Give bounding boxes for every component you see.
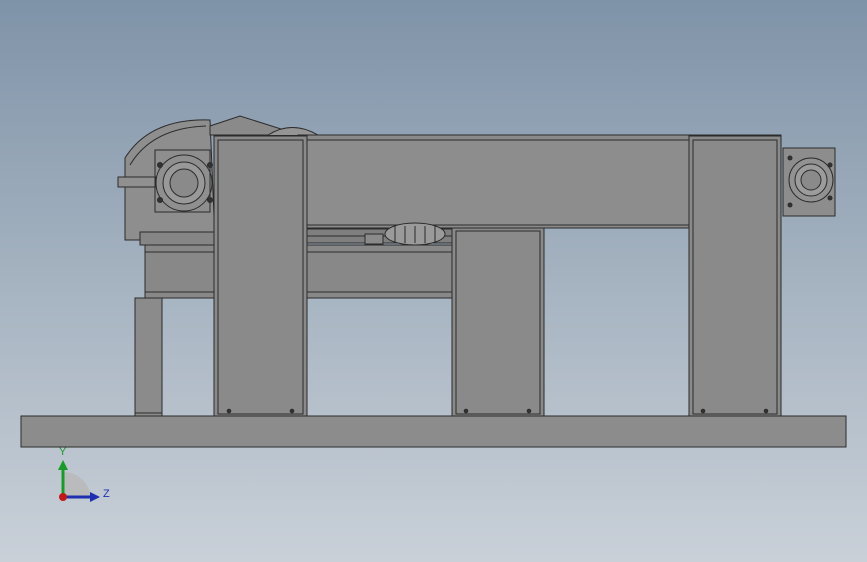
left-support-leg[interactable] (134, 297, 163, 417)
z-arrow-icon (90, 492, 100, 502)
column-middle[interactable] (451, 227, 545, 417)
y-axis-label: Y (59, 446, 67, 458)
z-axis-label: Z (103, 488, 110, 500)
model-view[interactable]: Y Z (0, 0, 867, 562)
base-plate[interactable] (20, 415, 847, 448)
right-bearing-housing[interactable] (782, 147, 836, 217)
graphics-viewport[interactable]: Y Z (0, 0, 867, 562)
triad-plane-shade (63, 471, 91, 497)
y-arrow-icon (58, 460, 68, 470)
origin-dot (59, 493, 67, 501)
column-right[interactable] (688, 135, 782, 417)
view-triad: Y Z (58, 446, 110, 502)
left-gearbox[interactable] (117, 119, 216, 246)
column-left[interactable] (213, 135, 308, 417)
belt-guard[interactable] (209, 115, 319, 136)
